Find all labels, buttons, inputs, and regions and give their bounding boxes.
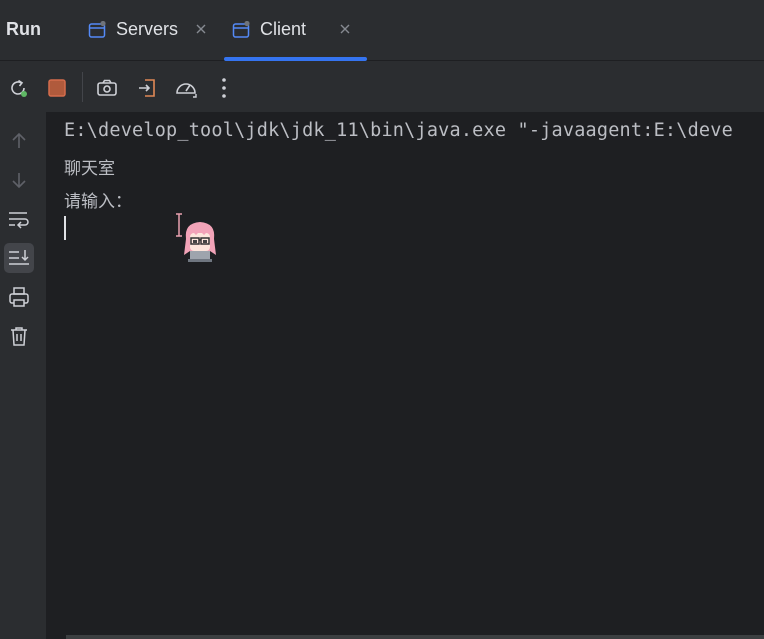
next-occurrence-button[interactable]: [4, 165, 34, 195]
toolbar-separator: [82, 72, 83, 102]
console-output[interactable]: E:\develop_tool\jdk\jdk_11\bin\java.exe …: [46, 112, 764, 639]
soft-wrap-icon: [9, 212, 29, 229]
rerun-icon: [11, 79, 27, 97]
active-tab-indicator: [224, 57, 367, 61]
output-line: 聊天室: [64, 159, 115, 179]
scroll-to-end-icon: [9, 250, 29, 265]
screenshot-icon: [97, 79, 117, 96]
previous-occurrence-button[interactable]: [4, 126, 34, 156]
soft-wrap-button[interactable]: [4, 204, 34, 234]
more-vertical-icon: [222, 78, 226, 98]
arrow-up-icon: [12, 132, 26, 148]
command-line: E:\develop_tool\jdk\jdk_11\bin\java.exe …: [64, 120, 733, 141]
app-window-icon: [88, 21, 106, 38]
tool-window-title: Run: [6, 19, 41, 39]
rerun-button[interactable]: [5, 75, 31, 101]
profiler-button[interactable]: [173, 75, 199, 101]
exit-icon: [139, 79, 155, 97]
run-toolbar: [0, 62, 764, 112]
tab-servers[interactable]: Servers: [80, 0, 222, 61]
text-caret: [64, 216, 66, 240]
close-icon[interactable]: [338, 22, 352, 36]
close-icon[interactable]: [194, 22, 208, 36]
stop-icon: [48, 79, 66, 97]
horizontal-scrollbar[interactable]: [66, 635, 764, 639]
profiler-icon: [176, 83, 197, 98]
tab-client-label: Client: [260, 19, 307, 39]
print-button[interactable]: [4, 282, 34, 312]
more-options-button[interactable]: [211, 75, 237, 101]
exit-button[interactable]: [134, 75, 160, 101]
stop-button[interactable]: [44, 75, 70, 101]
clear-all-button[interactable]: [4, 321, 34, 351]
scroll-to-end-button[interactable]: [4, 243, 34, 273]
app-window-icon: [232, 21, 250, 38]
anime-mascot-icon: [184, 222, 216, 262]
console-side-toolbar: [0, 112, 46, 639]
arrow-down-icon: [12, 173, 26, 189]
tab-servers-label: Servers: [116, 19, 179, 39]
screenshot-button[interactable]: [94, 75, 120, 101]
tab-client[interactable]: Client: [224, 0, 367, 61]
run-tool-window-header: Run Servers Client: [0, 0, 764, 61]
trash-icon: [11, 327, 27, 346]
print-icon: [9, 287, 29, 307]
input-prompt: 请输入：: [64, 192, 132, 212]
